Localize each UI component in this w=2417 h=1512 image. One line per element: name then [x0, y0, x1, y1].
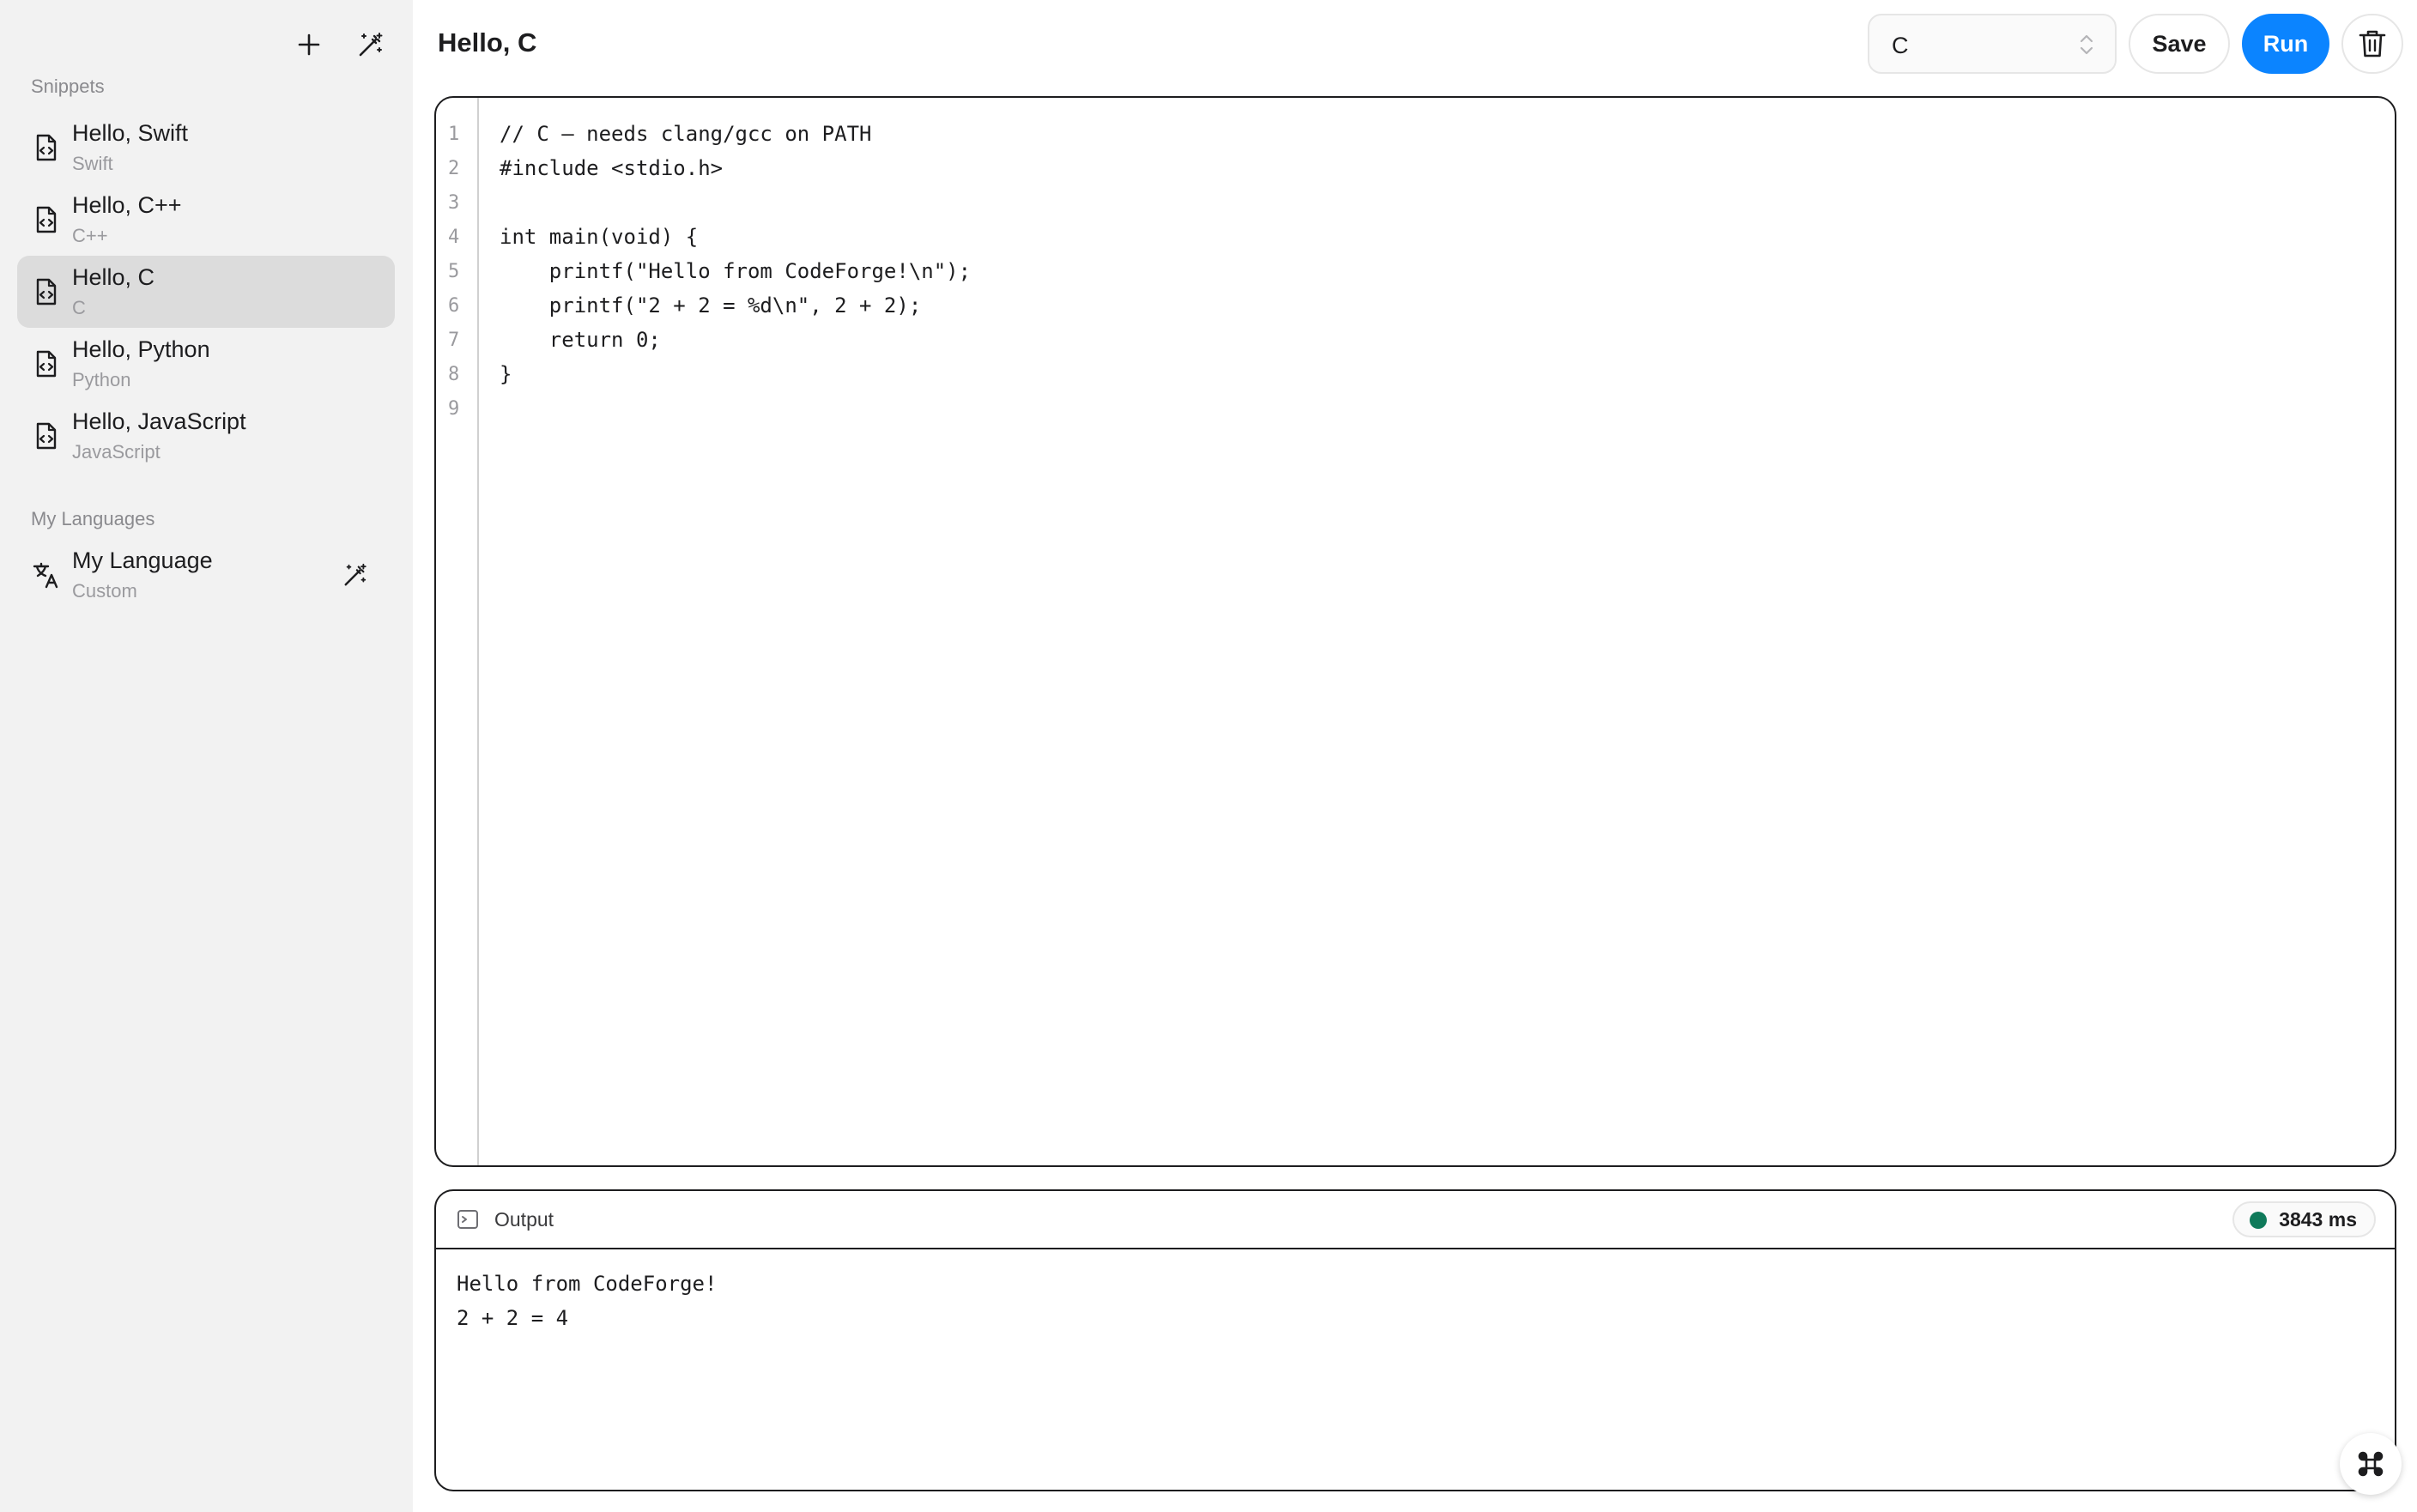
snippet-item-hello-python[interactable]: Hello, Python Python: [17, 328, 395, 400]
code-line: // C — needs clang/gcc on PATH: [500, 122, 872, 146]
line-number: 3: [448, 192, 460, 214]
magic-wand-icon: [344, 563, 366, 586]
code-line: return 0;: [500, 328, 661, 352]
code-line: #include <stdio.h>: [500, 156, 724, 180]
output-line: 2 + 2 = 4: [457, 1306, 569, 1330]
language-subtitle: Custom: [72, 580, 137, 602]
line-number: 8: [448, 364, 460, 385]
code-editor[interactable]: 1 2 3 4 5 6 7 8 9 // C — needs clang/gcc on PATH…: [434, 96, 2396, 1167]
code-file-icon: [36, 350, 57, 378]
delete-button[interactable]: [2341, 14, 2403, 74]
sidebar: Snippets Hello, Swift Swift Hello, C++ C++ H…: [0, 0, 413, 1512]
snippet-language: C: [72, 297, 86, 318]
line-number: 9: [448, 398, 460, 420]
output-label: Output: [494, 1208, 554, 1231]
snippet-title: Hello, C: [72, 264, 155, 290]
translate-icon: [33, 562, 58, 589]
line-number: 1: [448, 124, 460, 145]
language-title: My Language: [72, 547, 213, 573]
ai-generate-button[interactable]: [352, 26, 390, 64]
output-line: Hello from CodeForge!: [457, 1272, 718, 1296]
code-file-icon: [36, 206, 57, 233]
snippet-language: JavaScript: [72, 441, 161, 463]
snippet-title: Hello, C++: [72, 192, 182, 218]
snippet-item-hello-cplusplus[interactable]: Hello, C++ C++: [17, 184, 395, 256]
snippet-language: C++: [72, 225, 108, 246]
snippet-item-hello-c[interactable]: Hello, C C: [17, 256, 395, 328]
chevron-up-down-icon: [2080, 34, 2093, 55]
snippet-item-hello-swift[interactable]: Hello, Swift Swift: [17, 112, 395, 184]
snippet-title: Hello, Python: [72, 336, 210, 362]
line-number: 5: [448, 261, 460, 282]
line-number: 7: [448, 330, 460, 351]
language-select[interactable]: C: [1868, 14, 2117, 74]
snippet-title: Hello, JavaScript: [72, 408, 246, 434]
output-header: Output 3843 ms: [436, 1191, 2395, 1249]
command-icon: [2358, 1451, 2384, 1477]
run-timing-value: 3843 ms: [2279, 1208, 2357, 1231]
run-button[interactable]: Run: [2242, 14, 2329, 74]
code-file-icon: [36, 278, 57, 305]
magic-wand-icon: [359, 33, 383, 57]
language-item-my-language[interactable]: My Language Custom: [17, 539, 395, 611]
snippet-language: Python: [72, 369, 131, 390]
code-file-icon: [36, 422, 57, 450]
line-number: 2: [448, 158, 460, 179]
languages-section-label: My Languages: [31, 508, 155, 529]
new-snippet-button[interactable]: [290, 26, 328, 64]
line-number-gutter: 1 2 3 4 5 6 7 8 9: [436, 98, 479, 1165]
page-title: Hello, C: [438, 27, 537, 57]
line-number: 6: [448, 295, 460, 317]
code-line: }: [500, 362, 512, 386]
code-line: int main(void) {: [500, 225, 699, 249]
code-line: printf("2 + 2 = %d\n", 2 + 2);: [500, 293, 922, 318]
line-number: 4: [448, 227, 460, 248]
status-dot: [2250, 1212, 2268, 1229]
language-ai-edit-button[interactable]: [338, 558, 373, 592]
run-timing-badge: 3843 ms: [2232, 1201, 2376, 1237]
code-line: printf("Hello from CodeForge!\n");: [500, 259, 972, 283]
floating-action-button[interactable]: [2340, 1433, 2402, 1495]
code-file-icon: [36, 134, 57, 161]
snippets-section-label: Snippets: [31, 76, 105, 97]
snippet-title: Hello, Swift: [72, 120, 189, 146]
terminal-icon: [457, 1210, 478, 1229]
trash-icon: [2359, 30, 2386, 57]
plus-icon: [298, 33, 320, 56]
snippet-item-hello-javascript[interactable]: Hello, JavaScript JavaScript: [17, 400, 395, 472]
save-button[interactable]: Save: [2129, 14, 2230, 74]
snippet-language: Swift: [72, 153, 113, 174]
output-panel: Output 3843 ms Hello from CodeForge! 2 + …: [434, 1189, 2396, 1491]
language-select-value: C: [1892, 33, 1909, 58]
